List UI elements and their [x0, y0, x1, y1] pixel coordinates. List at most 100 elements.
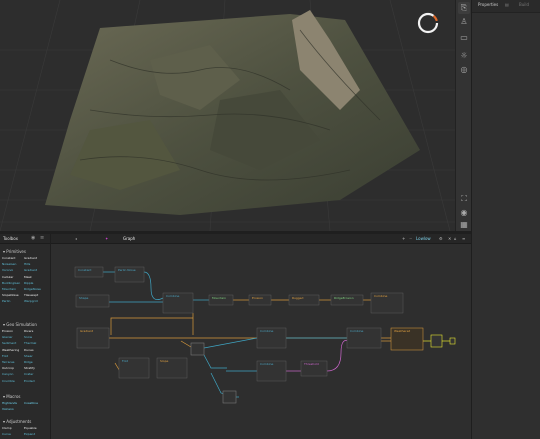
toolbox-item[interactable]: Equalize	[24, 427, 37, 430]
tab-build[interactable]: Build	[519, 2, 529, 7]
graph-node[interactable]: Erosion	[248, 294, 272, 306]
toolbox-item[interactable]: Glacier	[2, 336, 13, 339]
graph-utility-node[interactable]	[449, 337, 456, 345]
graph-node[interactable]: Threshold	[300, 360, 328, 377]
graph-node[interactable]: Constant	[74, 266, 104, 278]
toolbox-item[interactable]: Constant	[2, 257, 16, 260]
list-icon[interactable]: ≡	[40, 235, 44, 241]
loading-spinner-icon	[417, 12, 439, 34]
toolbox-item[interactable]: Perlin	[2, 300, 10, 303]
toolbox-item[interactable]: Ridge	[24, 361, 33, 364]
graph-utility-node[interactable]	[222, 390, 237, 404]
graph-node-label: Weathered	[394, 329, 410, 333]
graph-node[interactable]: Shape	[75, 294, 110, 308]
toolbox-item[interactable]: Volcano	[2, 408, 14, 411]
expand-icon[interactable]: ⛶	[458, 193, 470, 205]
node-graph-panel[interactable]: ◂ ✦ Graph + − Lowlow ⚙ ✕ ⌂ ≡ Constant Pe…	[51, 234, 471, 439]
graph-node[interactable]: Mountain	[208, 294, 234, 306]
toolbox-item[interactable]: Outcrop	[2, 367, 14, 370]
toolbox-item[interactable]: Ripple	[24, 281, 33, 285]
graph-canvas[interactable]: Constant Perlin Noise Shape Combine Mountain…	[51, 243, 471, 439]
graph-node[interactable]: Combine	[370, 292, 404, 314]
back-icon[interactable]: ◂	[75, 236, 77, 241]
toolbox-item[interactable]: Clamp	[2, 427, 12, 430]
toolbox-item[interactable]: Expand	[24, 433, 35, 436]
graph-node-label: Slope	[160, 359, 168, 363]
toolbox-section-header[interactable]: ▾ Adjustments	[3, 419, 31, 424]
toolbox-item[interactable]: Eroded	[24, 379, 35, 383]
graph-node[interactable]: RidgeErosion	[330, 294, 364, 306]
toolbox-item[interactable]: Gradient	[24, 257, 37, 260]
toolbox-item[interactable]: Crater	[24, 373, 33, 376]
toolbox-item[interactable]: NoiseGen	[2, 263, 16, 266]
toolbox-item[interactable]: Shear	[24, 354, 33, 358]
graph-node[interactable]: Combine	[256, 360, 287, 382]
toolbox-item[interactable]: Weathering	[2, 348, 19, 352]
settings-icon[interactable]: ⚙	[439, 236, 443, 241]
toolbox-item[interactable]: Gradient	[24, 269, 37, 272]
graph-node[interactable]: Combine	[162, 292, 194, 314]
graph-node[interactable]: Weathered	[390, 327, 424, 351]
grid-icon[interactable]: ▦	[458, 219, 470, 231]
toolbox-item[interactable]: Erosion	[2, 330, 13, 333]
properties-header: Properties ▤ Build	[472, 0, 540, 13]
home-icon[interactable]: ⌂	[454, 236, 457, 241]
toolbox-item[interactable]: Rivers	[24, 330, 33, 333]
toolbox-item[interactable]: RidgeNoise	[24, 288, 41, 291]
add-icon[interactable]: +	[402, 236, 405, 241]
eye-icon[interactable]: ◎	[458, 64, 470, 76]
graph-node[interactable]: Perlin Noise	[114, 266, 145, 283]
toolbox-item[interactable]: Sediment	[2, 342, 16, 345]
menu-icon[interactable]: ≡	[462, 236, 465, 241]
toolbox-item[interactable]: Thermal	[24, 342, 36, 345]
close-icon[interactable]: ✕	[448, 236, 451, 241]
toolbox-item[interactable]: Highlands	[2, 402, 17, 405]
graph-node[interactable]: Slope	[156, 357, 188, 379]
toolbox-item[interactable]: SlopeNoise	[2, 294, 19, 297]
graph-node-label: Perlin Noise	[118, 268, 136, 272]
toolbox-item[interactable]: Mask	[24, 275, 32, 279]
sun-icon[interactable]: ☼	[458, 50, 470, 62]
graph-node[interactable]: Combine	[256, 327, 287, 349]
3d-viewport[interactable]	[0, 0, 455, 231]
graph-utility-node[interactable]	[430, 334, 443, 348]
compass-icon[interactable]: ◉	[458, 207, 470, 219]
toolbox-item[interactable]: Fold	[2, 354, 8, 358]
link-icon[interactable]: ⎘	[458, 2, 470, 14]
graph-node[interactable]: Gradient	[76, 327, 110, 349]
person-icon[interactable]: ♙	[458, 16, 470, 28]
toolbox-item[interactable]: Curve	[2, 433, 11, 436]
toolbox-item[interactable]: Terraces	[2, 361, 14, 364]
toolbox-item[interactable]: Hills	[24, 263, 30, 266]
toolbox-item[interactable]: Warpgrid	[24, 300, 38, 303]
graph-node-label: Threshold	[303, 362, 319, 366]
graph-node[interactable]: Combine	[346, 327, 382, 349]
eye-icon[interactable]: ◉	[31, 235, 35, 241]
toolbox-section-header[interactable]: ▾ Primitives	[3, 249, 26, 254]
graph-node[interactable]: Rugged	[288, 294, 320, 306]
graph-status: Lowlow	[416, 236, 431, 241]
camera-icon[interactable]: ▭	[458, 32, 470, 44]
tab-properties[interactable]: Properties	[478, 2, 498, 7]
toolbox-section-header[interactable]: ▾ Macros	[3, 394, 20, 399]
toolbox-item[interactable]: Tileswept	[24, 294, 38, 297]
toolbox-item[interactable]: Voronoi	[2, 269, 13, 272]
graph-node[interactable]: Fold	[118, 357, 150, 379]
toolbox-item[interactable]: Cellular	[2, 275, 13, 279]
toolbox-item[interactable]: Snow	[24, 336, 32, 339]
toolbox-section-header[interactable]: ▾ Geo Simulation	[3, 322, 37, 327]
toolbox-item[interactable]: Stratify	[24, 367, 35, 370]
remove-icon[interactable]: −	[409, 236, 412, 241]
tab-graph[interactable]: Graph	[123, 236, 135, 241]
graph-node-label: RidgeErosion	[334, 296, 354, 300]
toolbox-item[interactable]: BuildingGen	[2, 281, 20, 285]
toolbox-item[interactable]: Coastline	[24, 402, 38, 405]
menu-icon[interactable]: ▤	[505, 2, 509, 7]
toolbox-item[interactable]: Canyon	[2, 373, 13, 376]
toolbox-item[interactable]: Dunes	[24, 348, 34, 352]
toolbox-item[interactable]: Mountain	[2, 288, 16, 291]
graph-utility-node[interactable]	[190, 342, 205, 356]
graph-nodes: Constant Perlin Noise Shape Combine Mountain…	[74, 266, 456, 404]
graph-node-label: Mountain	[212, 296, 226, 300]
toolbox-item[interactable]: Crumble	[2, 379, 15, 383]
